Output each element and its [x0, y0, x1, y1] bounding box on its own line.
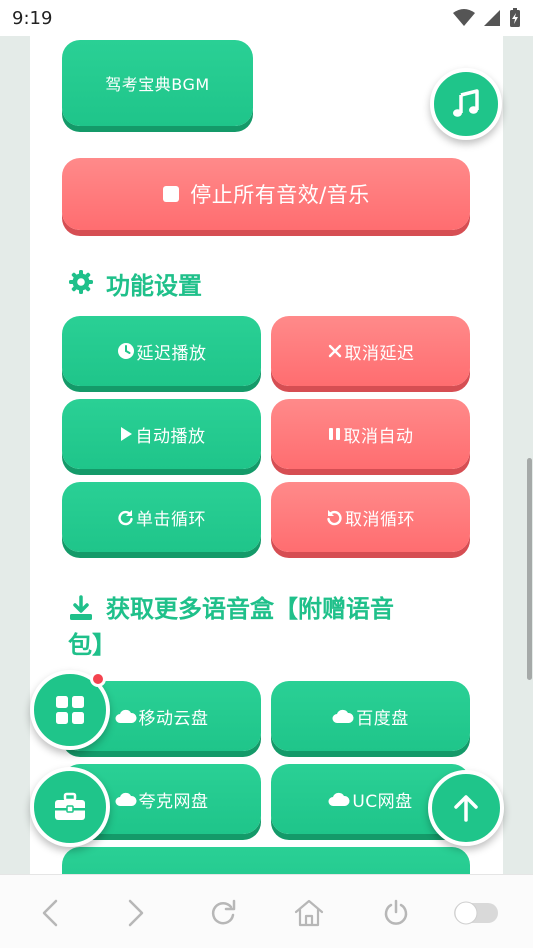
status-icons: [453, 8, 521, 28]
arrow-up-icon: [454, 795, 478, 822]
auto-play-label: 自动播放: [135, 426, 206, 447]
stop-icon: [162, 185, 180, 203]
baidu-pan-button[interactable]: 百度盘: [271, 681, 470, 751]
download-section-title: 获取更多语音盒【附赠语音: [68, 591, 448, 631]
cloud-icon: [332, 708, 354, 724]
cancel-auto-label: 取消自动: [343, 426, 414, 447]
forward-button[interactable]: [120, 897, 152, 929]
cancel-delay-label: 取消延迟: [344, 343, 415, 364]
auto-play-button[interactable]: 自动播放: [62, 399, 261, 469]
partial-bottom-button[interactable]: [62, 847, 470, 874]
play-icon: [118, 426, 134, 442]
grid-icon: [56, 696, 84, 724]
undo-icon: [326, 509, 343, 526]
click-loop-label: 单击循环: [136, 509, 206, 530]
gear-icon: [68, 269, 94, 301]
reload-icon: [211, 899, 236, 925]
music-fab[interactable]: [430, 68, 502, 140]
mode-toggle[interactable]: [452, 897, 500, 929]
cancel-delay-button[interactable]: 取消延迟: [271, 316, 470, 386]
notification-dot: [90, 671, 106, 687]
chevron-right-icon: [128, 899, 144, 927]
cancel-loop-button[interactable]: 取消循环: [271, 482, 470, 552]
x-icon: [327, 343, 343, 359]
baidu-pan-label: 百度盘: [356, 708, 409, 729]
download-title-line2: 包】: [68, 631, 116, 659]
click-loop-button[interactable]: 单击循环: [62, 482, 261, 552]
back-button[interactable]: [34, 897, 66, 929]
bottom-nav-bar: [0, 874, 533, 948]
cancel-auto-button[interactable]: 取消自动: [271, 399, 470, 469]
cancel-loop-label: 取消循环: [345, 509, 415, 530]
home-button[interactable]: [293, 897, 325, 929]
scrollbar-thumb[interactable]: [527, 458, 532, 680]
cloud-icon: [115, 708, 137, 724]
uc-pan-label: UC网盘: [352, 791, 413, 812]
download-section-title-cont: 包】: [68, 627, 116, 663]
clock-icon: [117, 342, 135, 360]
battery-charging-icon: [510, 8, 520, 27]
settings-title-text: 功能设置: [106, 272, 202, 300]
wifi-icon: [453, 9, 475, 26]
bgm-button[interactable]: 驾考宝典BGM: [62, 40, 253, 126]
status-time: 9:19: [12, 7, 53, 29]
cellular-signal-icon: [484, 10, 500, 26]
power-button[interactable]: [380, 897, 412, 929]
download-title-line1: 获取更多语音盒【附赠语音: [106, 595, 394, 623]
delay-play-label: 延迟播放: [136, 343, 207, 364]
cloud-icon: [328, 791, 350, 807]
toolbox-icon: [55, 792, 85, 820]
redo-icon: [117, 509, 134, 526]
quark-pan-label: 夸克网盘: [138, 791, 209, 812]
status-bar: 9:19: [0, 0, 533, 36]
stop-all-button-label: 停止所有音效/音乐: [190, 183, 370, 207]
settings-section-title: 功能设置: [68, 266, 202, 301]
pause-icon: [328, 426, 342, 442]
toggle-switch-icon: [454, 901, 498, 925]
cloud-icon: [115, 791, 137, 807]
reload-button[interactable]: [207, 897, 239, 929]
home-icon: [294, 899, 324, 927]
content-card[interactable]: 驾考宝典BGM 停止所有音效/音乐 功能设置 延迟播放 取消延迟 自动播放 取消…: [30, 36, 503, 874]
delay-play-button[interactable]: 延迟播放: [62, 316, 261, 386]
bgm-button-label: 驾考宝典BGM: [105, 75, 210, 94]
music-note-icon: [453, 89, 479, 117]
mobile-cloud-label: 移动云盘: [138, 708, 209, 729]
chevron-left-icon: [42, 899, 58, 927]
stop-all-button[interactable]: 停止所有音效/音乐: [62, 158, 470, 230]
toolbox-fab[interactable]: [30, 767, 110, 847]
download-icon: [68, 595, 94, 631]
power-icon: [384, 899, 408, 925]
scroll-to-top-fab[interactable]: [428, 770, 504, 846]
